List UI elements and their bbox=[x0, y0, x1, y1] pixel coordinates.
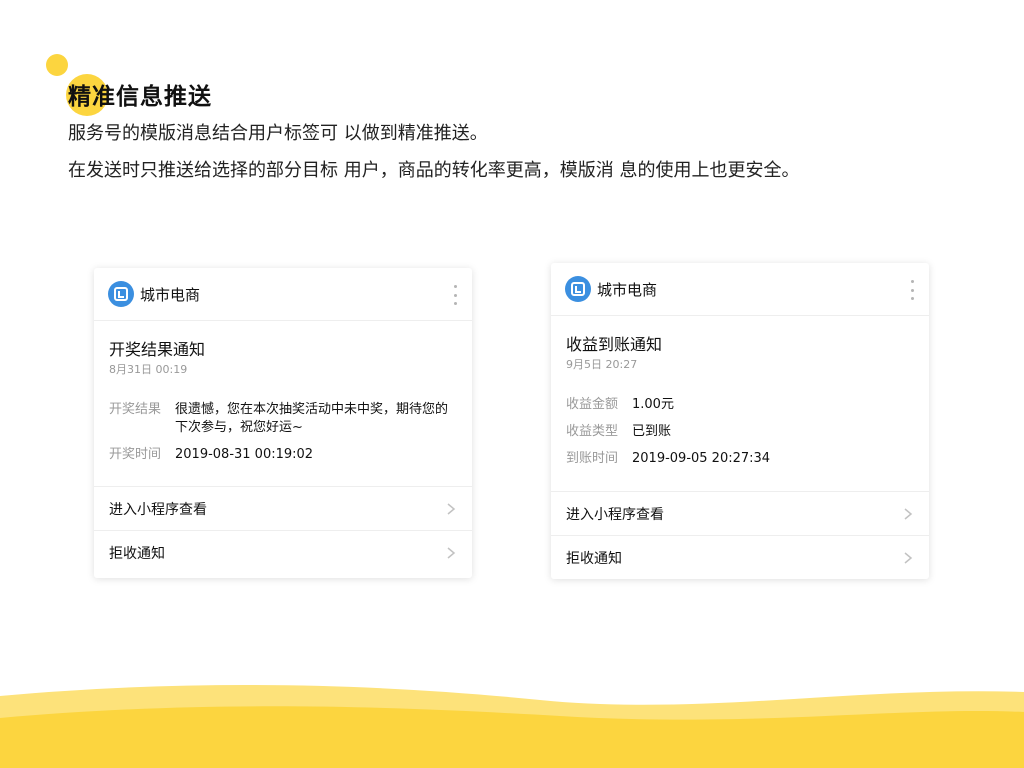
action-label: 进入小程序查看 bbox=[566, 506, 664, 523]
notification-card-earnings: 城市电商 收益到账通知 9月5日 20:27 收益金额 1.00元 收益类型 已… bbox=[551, 263, 929, 579]
reject-notification-button[interactable]: 拒收通知 bbox=[94, 530, 472, 574]
field-value: 2019-09-05 20:27:34 bbox=[632, 451, 771, 466]
field-row: 开奖结果 很遗憾，您在本次抽奖活动中未中奖，期待您的下次参与，祝您好运~ bbox=[109, 401, 457, 437]
field-row: 到账时间 2019-09-05 20:27:34 bbox=[566, 450, 914, 468]
brand-name: 城市电商 bbox=[597, 280, 658, 299]
chevron-right-icon bbox=[447, 546, 456, 559]
brand-logo-icon bbox=[565, 276, 591, 302]
card-header: 城市电商 bbox=[94, 268, 472, 321]
chevron-right-icon bbox=[447, 502, 456, 515]
description-line-2: 在发送时只推送给选择的部分目标 用户，商品的转化率更高，模版消 息的使用上也更安… bbox=[68, 160, 800, 181]
field-value: 2019-08-31 00:19:02 bbox=[175, 447, 314, 462]
chevron-right-icon bbox=[904, 551, 913, 564]
reject-notification-button[interactable]: 拒收通知 bbox=[551, 535, 929, 579]
more-vertical-icon[interactable] bbox=[911, 280, 915, 300]
card-body: 收益到账通知 9月5日 20:27 收益金额 1.00元 收益类型 已到账 到账… bbox=[551, 316, 929, 491]
notification-card-lottery: 城市电商 开奖结果通知 8月31日 00:19 开奖结果 很遗憾，您在本次抽奖活… bbox=[94, 268, 472, 578]
notice-date: 8月31日 00:19 bbox=[109, 363, 188, 376]
field-label: 到账时间 bbox=[566, 451, 619, 466]
brand-name: 城市电商 bbox=[140, 285, 201, 304]
action-label: 拒收通知 bbox=[566, 550, 622, 567]
open-miniprogram-button[interactable]: 进入小程序查看 bbox=[94, 486, 472, 530]
page-title: 精准信息推送 bbox=[68, 84, 212, 110]
notice-fields: 开奖结果 很遗憾，您在本次抽奖活动中未中奖，期待您的下次参与，祝您好运~ 开奖时… bbox=[109, 401, 457, 464]
decor-dot-small bbox=[46, 54, 68, 76]
notice-title: 收益到账通知 bbox=[566, 335, 663, 354]
notice-title: 开奖结果通知 bbox=[109, 340, 206, 359]
notice-fields: 收益金额 1.00元 收益类型 已到账 到账时间 2019-09-05 20:2… bbox=[566, 396, 914, 468]
card-header: 城市电商 bbox=[551, 263, 929, 316]
action-label: 进入小程序查看 bbox=[109, 501, 207, 518]
chevron-right-icon bbox=[904, 507, 913, 520]
notice-date: 9月5日 20:27 bbox=[566, 358, 638, 371]
field-label: 收益类型 bbox=[566, 424, 619, 439]
field-label: 开奖时间 bbox=[109, 447, 162, 462]
action-label: 拒收通知 bbox=[109, 545, 165, 562]
decor-wave bbox=[0, 684, 1024, 768]
open-miniprogram-button[interactable]: 进入小程序查看 bbox=[551, 491, 929, 535]
field-row: 收益金额 1.00元 bbox=[566, 396, 914, 414]
field-value: 已到账 bbox=[632, 424, 672, 439]
field-label: 开奖结果 bbox=[109, 402, 162, 417]
field-value: 1.00元 bbox=[632, 397, 674, 412]
field-value: 很遗憾，您在本次抽奖活动中未中奖，期待您的下次参与，祝您好运~ bbox=[175, 402, 449, 435]
field-row: 开奖时间 2019-08-31 00:19:02 bbox=[109, 446, 457, 464]
brand-logo-icon bbox=[108, 281, 134, 307]
card-body: 开奖结果通知 8月31日 00:19 开奖结果 很遗憾，您在本次抽奖活动中未中奖… bbox=[94, 321, 472, 486]
more-vertical-icon[interactable] bbox=[454, 285, 458, 305]
field-row: 收益类型 已到账 bbox=[566, 423, 914, 441]
description-line-1: 服务号的模版消息结合用户标签可 以做到精准推送。 bbox=[68, 123, 488, 144]
field-label: 收益金额 bbox=[566, 397, 619, 412]
